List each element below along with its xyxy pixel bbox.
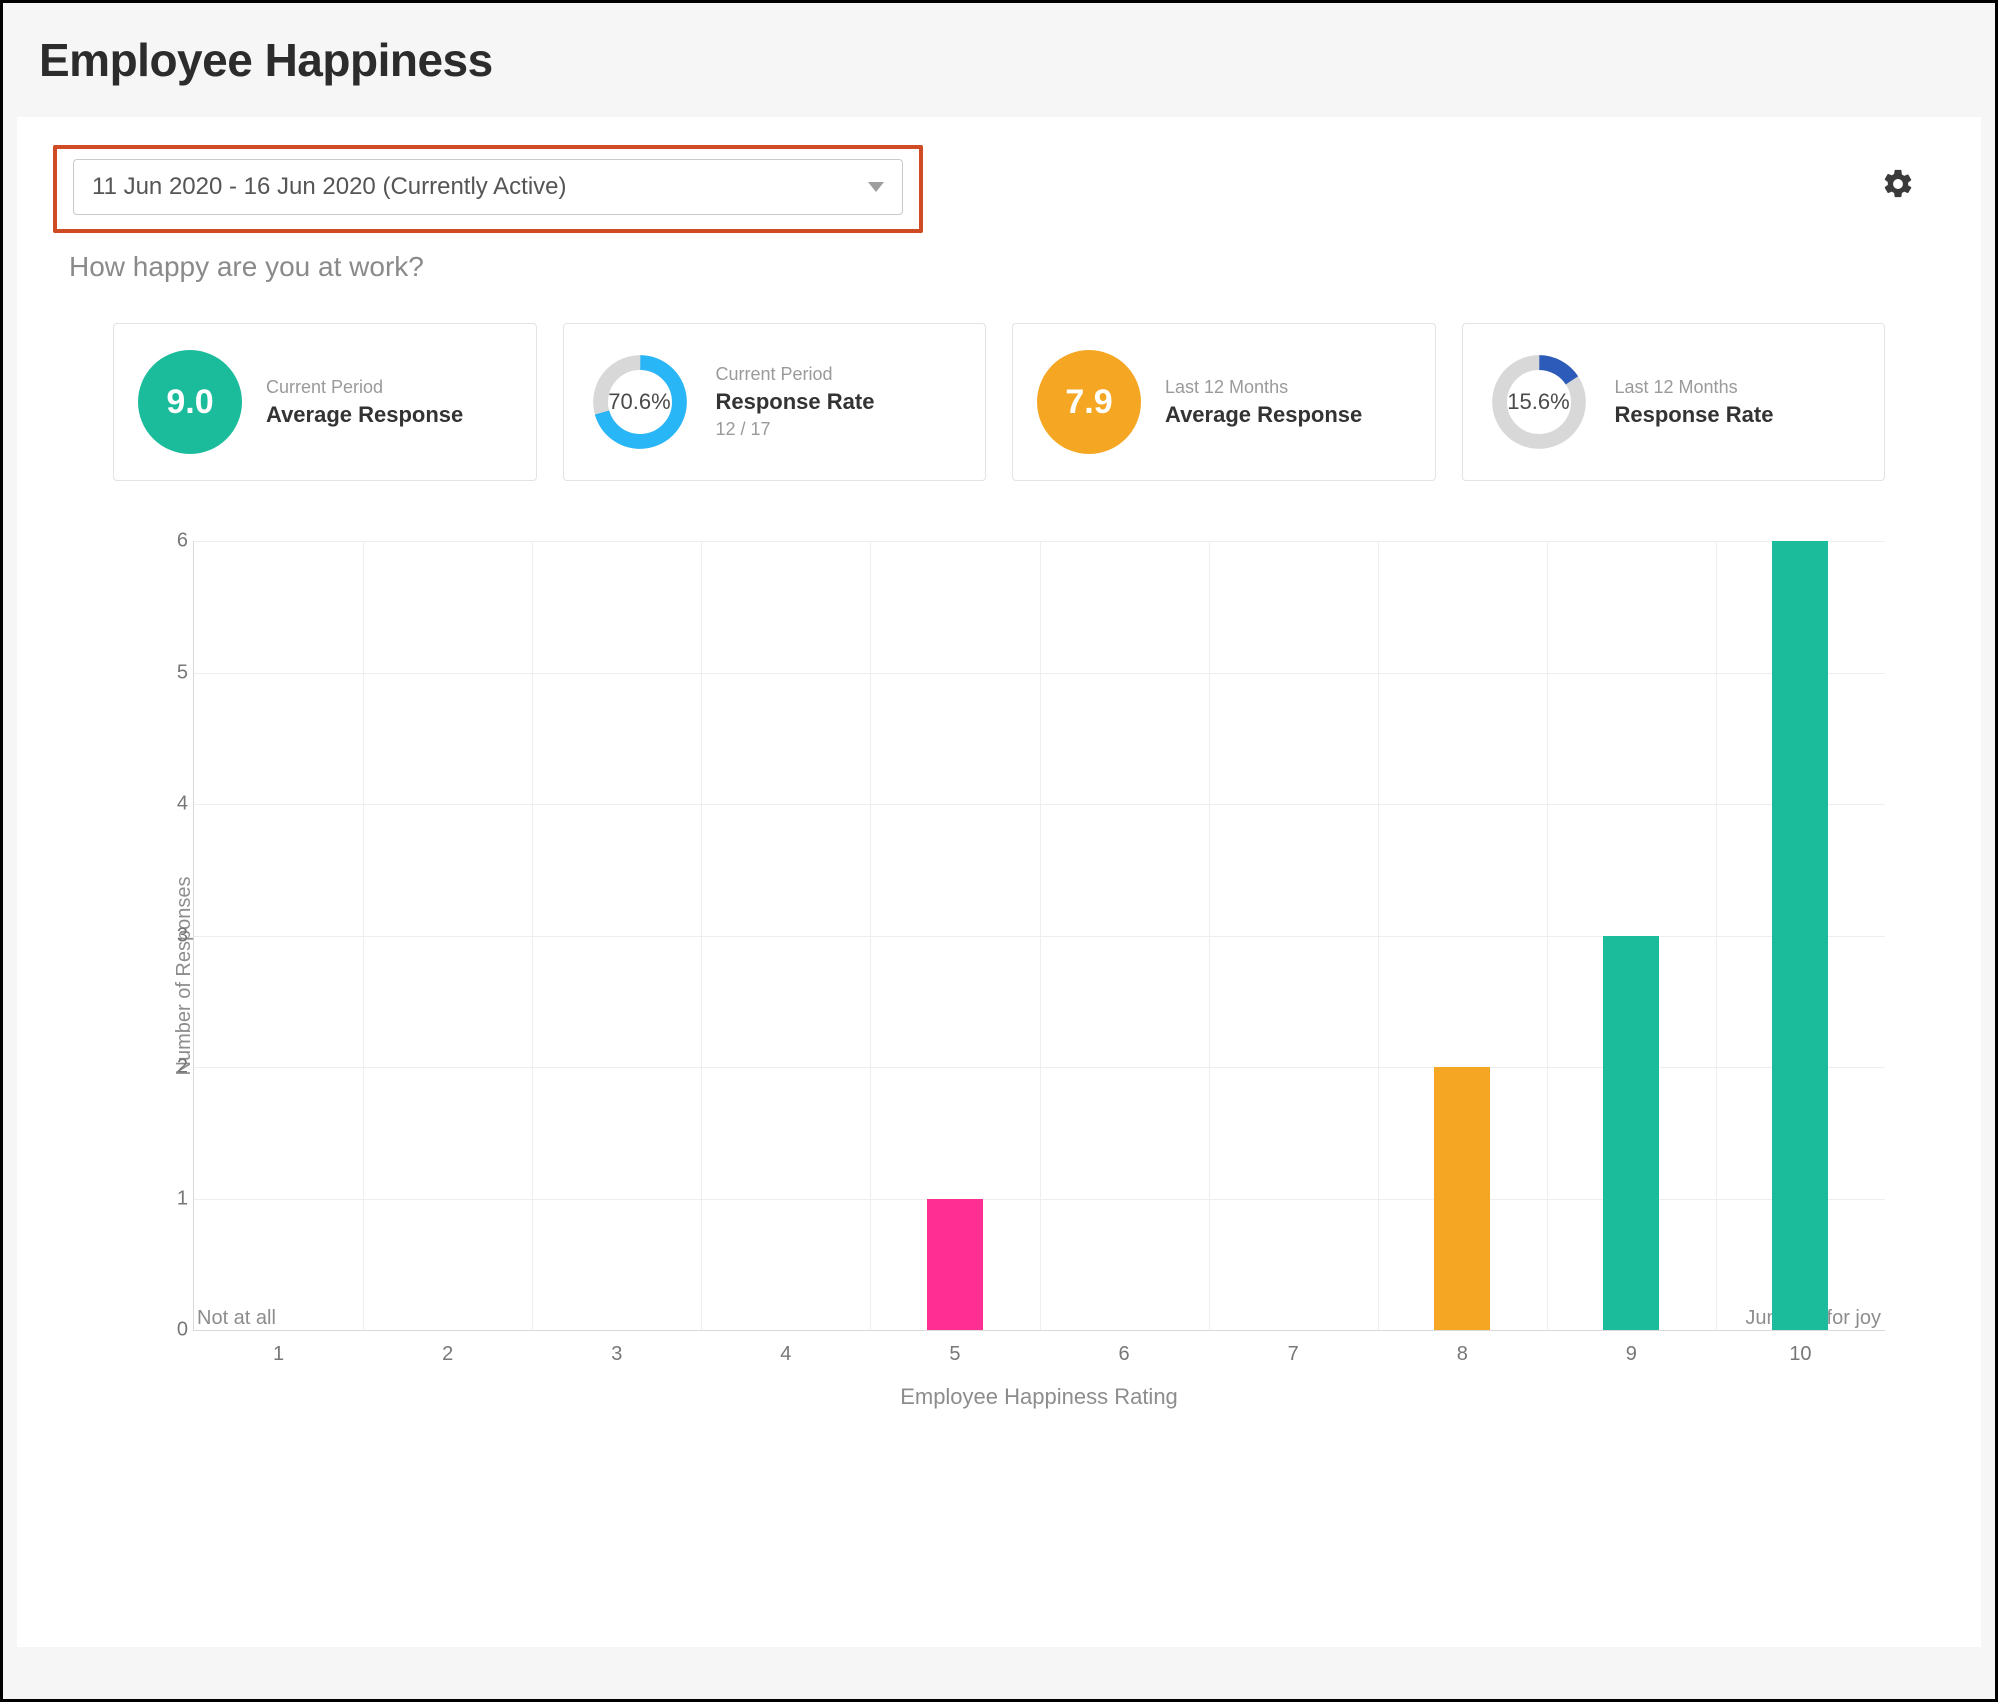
chart-container: Number of Responses 012345612345678910 N… bbox=[53, 541, 1945, 1410]
kpi-period-label: Last 12 Months bbox=[1165, 377, 1362, 398]
x-tick: 1 bbox=[273, 1343, 284, 1366]
x-axis-title: Employee Happiness Rating bbox=[193, 1384, 1885, 1410]
y-tick: 5 bbox=[154, 661, 188, 684]
period-select[interactable]: 11 Jun 2020 - 16 Jun 2020 (Currently Act… bbox=[73, 159, 903, 215]
happiness-panel: 11 Jun 2020 - 16 Jun 2020 (Currently Act… bbox=[17, 117, 1981, 1647]
x-tick: 7 bbox=[1288, 1343, 1299, 1366]
chevron-down-icon bbox=[868, 182, 884, 192]
kpi-period-label: Current Period bbox=[266, 377, 463, 398]
kpi-sub-label: 12 / 17 bbox=[716, 419, 875, 440]
bar-chart: 012345612345678910 bbox=[193, 541, 1885, 1331]
kpi-period-label: Last 12 Months bbox=[1615, 377, 1774, 398]
kpi-current-average: 9.0 Current Period Average Response bbox=[113, 323, 537, 481]
kpi-last12-average: 7.9 Last 12 Months Average Response bbox=[1012, 323, 1436, 481]
x-tick: 3 bbox=[611, 1343, 622, 1366]
kpi-value-circle: 7.9 bbox=[1037, 350, 1141, 454]
x-tick: 10 bbox=[1789, 1343, 1811, 1366]
x-tick: 8 bbox=[1457, 1343, 1468, 1366]
x-tick: 5 bbox=[949, 1343, 960, 1366]
chart-bar bbox=[1603, 936, 1659, 1331]
y-tick: 2 bbox=[154, 1056, 188, 1079]
kpi-donut-label: 70.6% bbox=[608, 389, 670, 415]
x-tick: 6 bbox=[1118, 1343, 1129, 1366]
kpi-donut: 15.6% bbox=[1487, 350, 1591, 454]
chart-bar bbox=[1434, 1067, 1490, 1330]
y-tick: 0 bbox=[154, 1319, 188, 1342]
kpi-last12-response-rate: 15.6% Last 12 Months Response Rate bbox=[1462, 323, 1886, 481]
period-select-value: 11 Jun 2020 - 16 Jun 2020 (Currently Act… bbox=[92, 173, 567, 201]
kpi-metric-label: Response Rate bbox=[1615, 402, 1774, 428]
y-tick: 4 bbox=[154, 793, 188, 816]
kpi-donut-label: 15.6% bbox=[1507, 389, 1569, 415]
kpi-value-circle: 9.0 bbox=[138, 350, 242, 454]
kpi-metric-label: Average Response bbox=[1165, 402, 1362, 428]
x-tick: 9 bbox=[1626, 1343, 1637, 1366]
x-tick: 4 bbox=[780, 1343, 791, 1366]
page-title: Employee Happiness bbox=[39, 33, 1981, 87]
x-tick: 2 bbox=[442, 1343, 453, 1366]
y-tick: 1 bbox=[154, 1187, 188, 1210]
kpi-row: 9.0 Current Period Average Response 70.6… bbox=[53, 323, 1945, 481]
chart-bar bbox=[927, 1199, 983, 1331]
kpi-metric-label: Response Rate bbox=[716, 389, 875, 415]
gear-icon[interactable] bbox=[1881, 167, 1915, 201]
kpi-metric-label: Average Response bbox=[266, 402, 463, 428]
chart-bar bbox=[1772, 541, 1828, 1330]
y-tick: 6 bbox=[154, 530, 188, 553]
kpi-donut: 70.6% bbox=[588, 350, 692, 454]
survey-question: How happy are you at work? bbox=[69, 251, 1945, 283]
period-select-highlight: 11 Jun 2020 - 16 Jun 2020 (Currently Act… bbox=[53, 145, 923, 233]
kpi-period-label: Current Period bbox=[716, 364, 875, 385]
kpi-current-response-rate: 70.6% Current Period Response Rate 12 / … bbox=[563, 323, 987, 481]
y-tick: 3 bbox=[154, 924, 188, 947]
